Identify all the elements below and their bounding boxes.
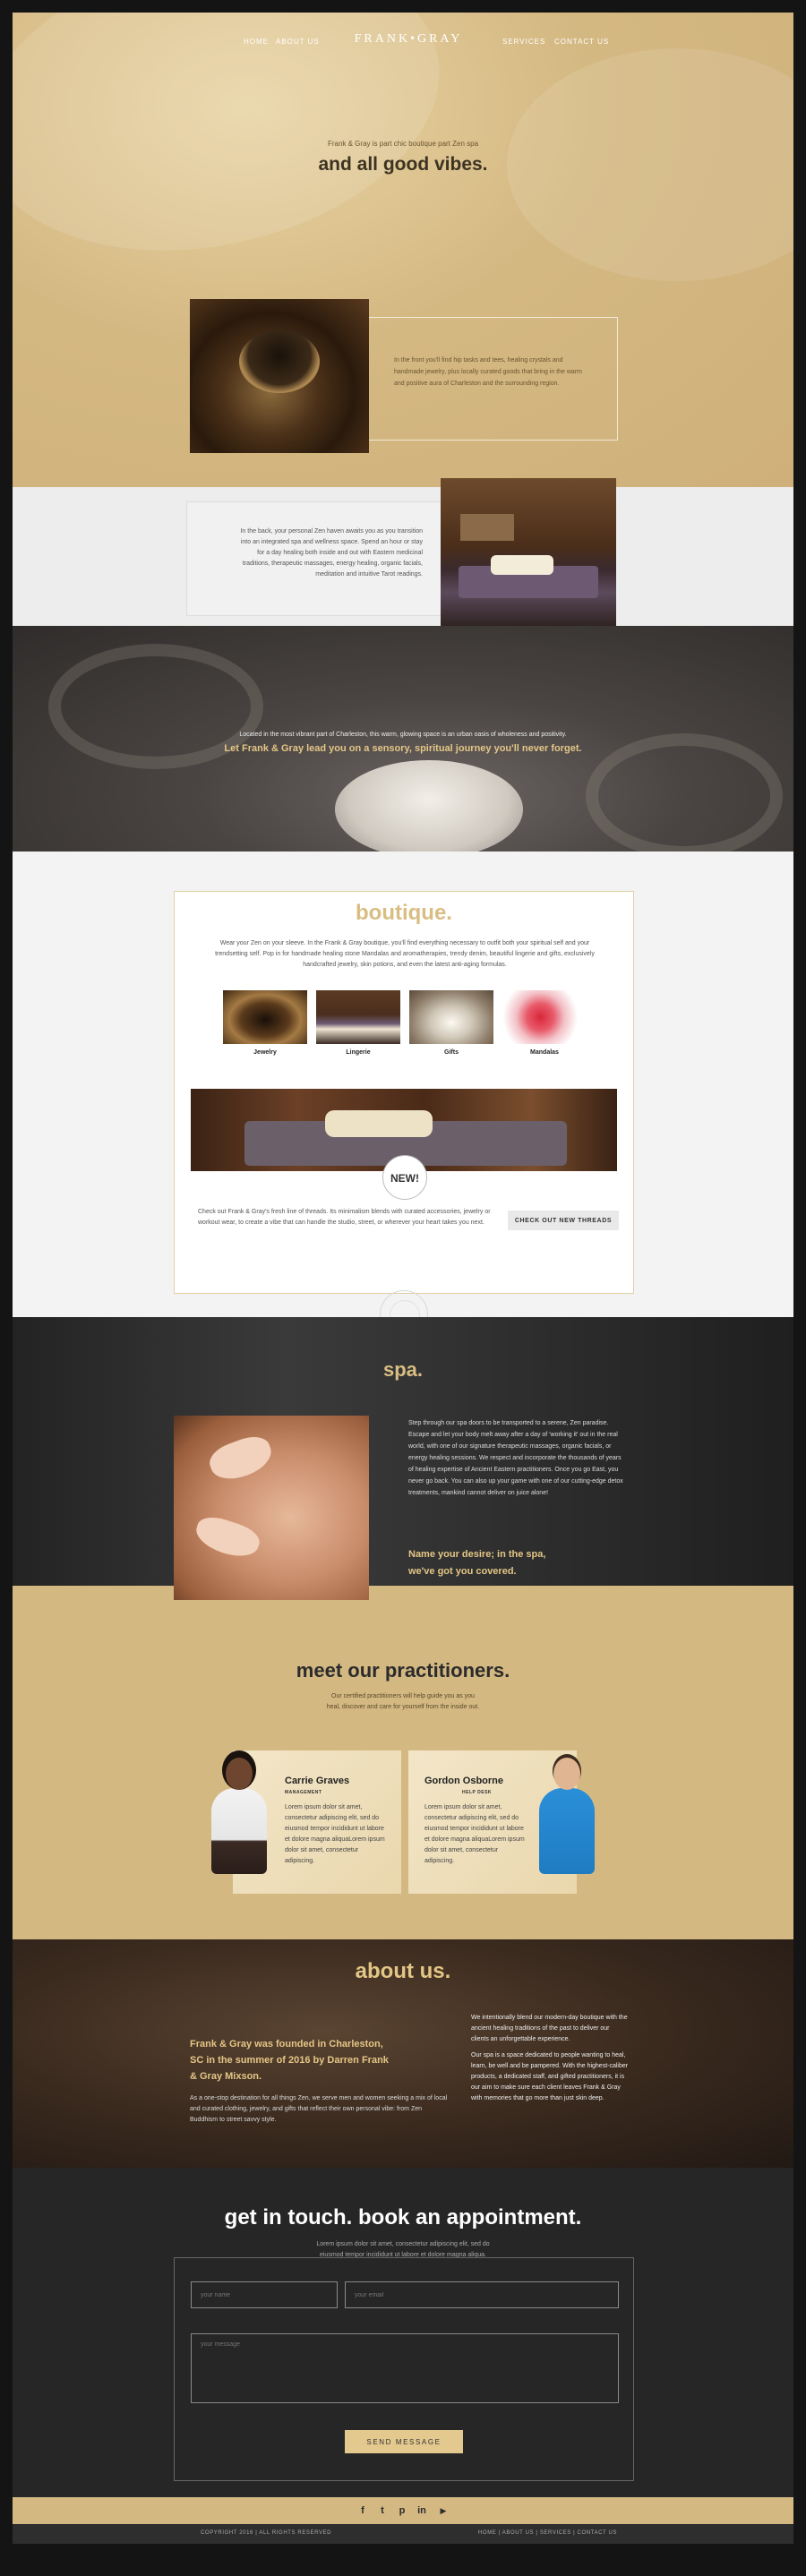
journey-headline: Let Frank & Gray lead you on a sensory, … <box>224 743 582 754</box>
hand-shape <box>205 1431 277 1486</box>
nav-services[interactable]: SERVICES <box>502 38 545 46</box>
threads-text: Check out Frank & Gray's fresh line of t… <box>198 1209 491 1226</box>
jewelry-label[interactable]: Jewelry <box>223 1049 307 1056</box>
singing-bowl-icon <box>239 330 320 393</box>
practitioner-role: MANAGEMENT <box>285 1790 322 1795</box>
journey-text: Located in the most vibrant part of Char… <box>239 732 567 738</box>
journey-section: Located in the most vibrant part of Char… <box>13 626 793 859</box>
spa-tagline: Name your desire; in the spa, we've got … <box>408 1546 623 1580</box>
site-frame: HOME ABOUT US SERVICES CONTACT US FRANK•… <box>13 13 793 2544</box>
about-right-text-1: We intentionally blend our modern-day bo… <box>471 2015 628 2042</box>
contact-subtitle-line-1: Lorem ipsum dolor sit amet, consectetur … <box>316 2241 490 2247</box>
practitioners-title: meet our practitioners. <box>296 1659 510 1682</box>
candle-image <box>335 760 523 859</box>
facebook-icon[interactable]: f <box>356 2504 369 2517</box>
gordon-avatar <box>536 1752 598 1874</box>
practitioners-subtitle-line-2: heal, discover and care for yourself fro… <box>326 1704 480 1710</box>
avatar-head <box>553 1758 580 1790</box>
page: HOME ABOUT US SERVICES CONTACT US FRANK•… <box>0 0 806 2576</box>
spa-section: spa. Step through our spa doors to be tr… <box>13 1317 793 1600</box>
social-bar: f t p in ▶ <box>13 2497 793 2524</box>
boutique-text: Wear your Zen on your sleeve. In the Fra… <box>215 940 595 968</box>
contact-title: get in touch. book an appointment. <box>224 2205 582 2229</box>
spa-room-image <box>441 478 616 630</box>
about-founding: Frank & Gray was founded in Charleston, … <box>190 2039 389 2082</box>
spa-tagline-line-1: Name your desire; in the spa, <box>408 1549 546 1560</box>
boutique-title: boutique. <box>356 901 452 925</box>
shelf-shape <box>460 514 514 541</box>
send-message-button[interactable]: SEND MESSAGE <box>345 2430 463 2453</box>
avatar-body <box>211 1788 267 1874</box>
contact-form: SEND MESSAGE <box>174 2257 634 2481</box>
towel-shape <box>325 1110 433 1137</box>
back-room-section: In the back, your personal Zen haven awa… <box>13 478 793 630</box>
twitter-icon[interactable]: t <box>376 2504 389 2517</box>
nav-contact[interactable]: CONTACT US <box>554 38 609 46</box>
jewelry-thumb[interactable] <box>223 990 307 1044</box>
practitioner-name: Carrie Graves <box>285 1776 350 1786</box>
footer-links[interactable]: HOME | ABOUT US | SERVICES | CONTACT US <box>478 2530 617 2536</box>
hand-shape <box>192 1511 263 1563</box>
avatar-head <box>226 1758 253 1790</box>
footer: COPYRIGHT 2016 | ALL RIGHTS RESERVED HOM… <box>13 2524 793 2544</box>
about-section: about us. Frank & Gray was founded in Ch… <box>13 1939 793 2168</box>
spa-title: spa. <box>382 1358 424 1381</box>
spa-tagline-line-2: we've got you covered. <box>408 1566 517 1577</box>
pinterest-icon[interactable]: p <box>396 2504 408 2517</box>
practitioners-subtitle-line-1: Our certified practitioners will help gu… <box>331 1693 475 1699</box>
boutique-section: boutique. Wear your Zen on your sleeve. … <box>13 852 793 1339</box>
copyright-text: COPYRIGHT 2016 | ALL RIGHTS RESERVED <box>201 2530 332 2536</box>
carrie-avatar <box>208 1752 270 1874</box>
nav-home[interactable]: HOME <box>244 38 269 46</box>
singing-bowl-image <box>190 299 369 453</box>
massage-image <box>174 1416 369 1600</box>
mandalas-label[interactable]: Mandalas <box>502 1049 587 1056</box>
site-logo[interactable]: FRANK•GRAY <box>346 32 471 47</box>
boutique-card: boutique. Wear your Zen on your sleeve. … <box>174 891 634 1294</box>
avatar-body <box>539 1788 595 1874</box>
lingerie-thumb[interactable] <box>316 990 400 1044</box>
hero-tagline: Frank & Gray is part chic boutique part … <box>327 140 479 148</box>
youtube-icon[interactable]: ▶ <box>437 2504 450 2517</box>
new-badge: NEW! <box>382 1155 427 1200</box>
check-out-new-threads-button[interactable]: CHECK OUT NEW THREADS <box>508 1211 619 1230</box>
back-room-text: In the back, your personal Zen haven awa… <box>240 528 423 578</box>
towel-shape <box>491 555 553 575</box>
practitioner-name: Gordon Osborne <box>424 1776 503 1786</box>
hero-section: HOME ABOUT US SERVICES CONTACT US FRANK•… <box>13 13 793 487</box>
practitioner-bio: Lorem ipsum dolor sit amet, consectetur … <box>285 1804 385 1864</box>
practitioners-subtitle: Our certified practitioners will help gu… <box>13 1691 793 1713</box>
contact-section: get in touch. book an appointment. Lorem… <box>13 2168 793 2497</box>
about-right-text-2: Our spa is a space dedicated to people w… <box>471 2052 629 2101</box>
message-input[interactable] <box>191 2333 619 2403</box>
name-input[interactable] <box>191 2281 338 2308</box>
practitioners-section: meet our practitioners. Our certified pr… <box>13 1586 793 1939</box>
about-left-text: As a one-stop destination for all things… <box>190 2095 448 2123</box>
gifts-thumb[interactable] <box>409 990 493 1044</box>
mandalas-thumb[interactable] <box>502 990 587 1044</box>
about-title: about us. <box>355 1959 451 1983</box>
lingerie-label[interactable]: Lingerie <box>316 1049 400 1056</box>
hero-headline: and all good vibes. <box>318 154 488 175</box>
gifts-label[interactable]: Gifts <box>409 1049 493 1056</box>
nav-about[interactable]: ABOUT US <box>276 38 320 46</box>
intro-text: In the front you'll find hip tasks and t… <box>394 357 582 387</box>
linkedin-icon[interactable]: in <box>416 2504 428 2517</box>
email-input[interactable] <box>345 2281 619 2308</box>
practitioner-bio: Lorem ipsum dolor sit amet, consectetur … <box>424 1804 525 1864</box>
spa-text: Step through our spa doors to be transpo… <box>408 1420 623 1496</box>
practitioner-role: HELP DESK <box>462 1790 493 1795</box>
